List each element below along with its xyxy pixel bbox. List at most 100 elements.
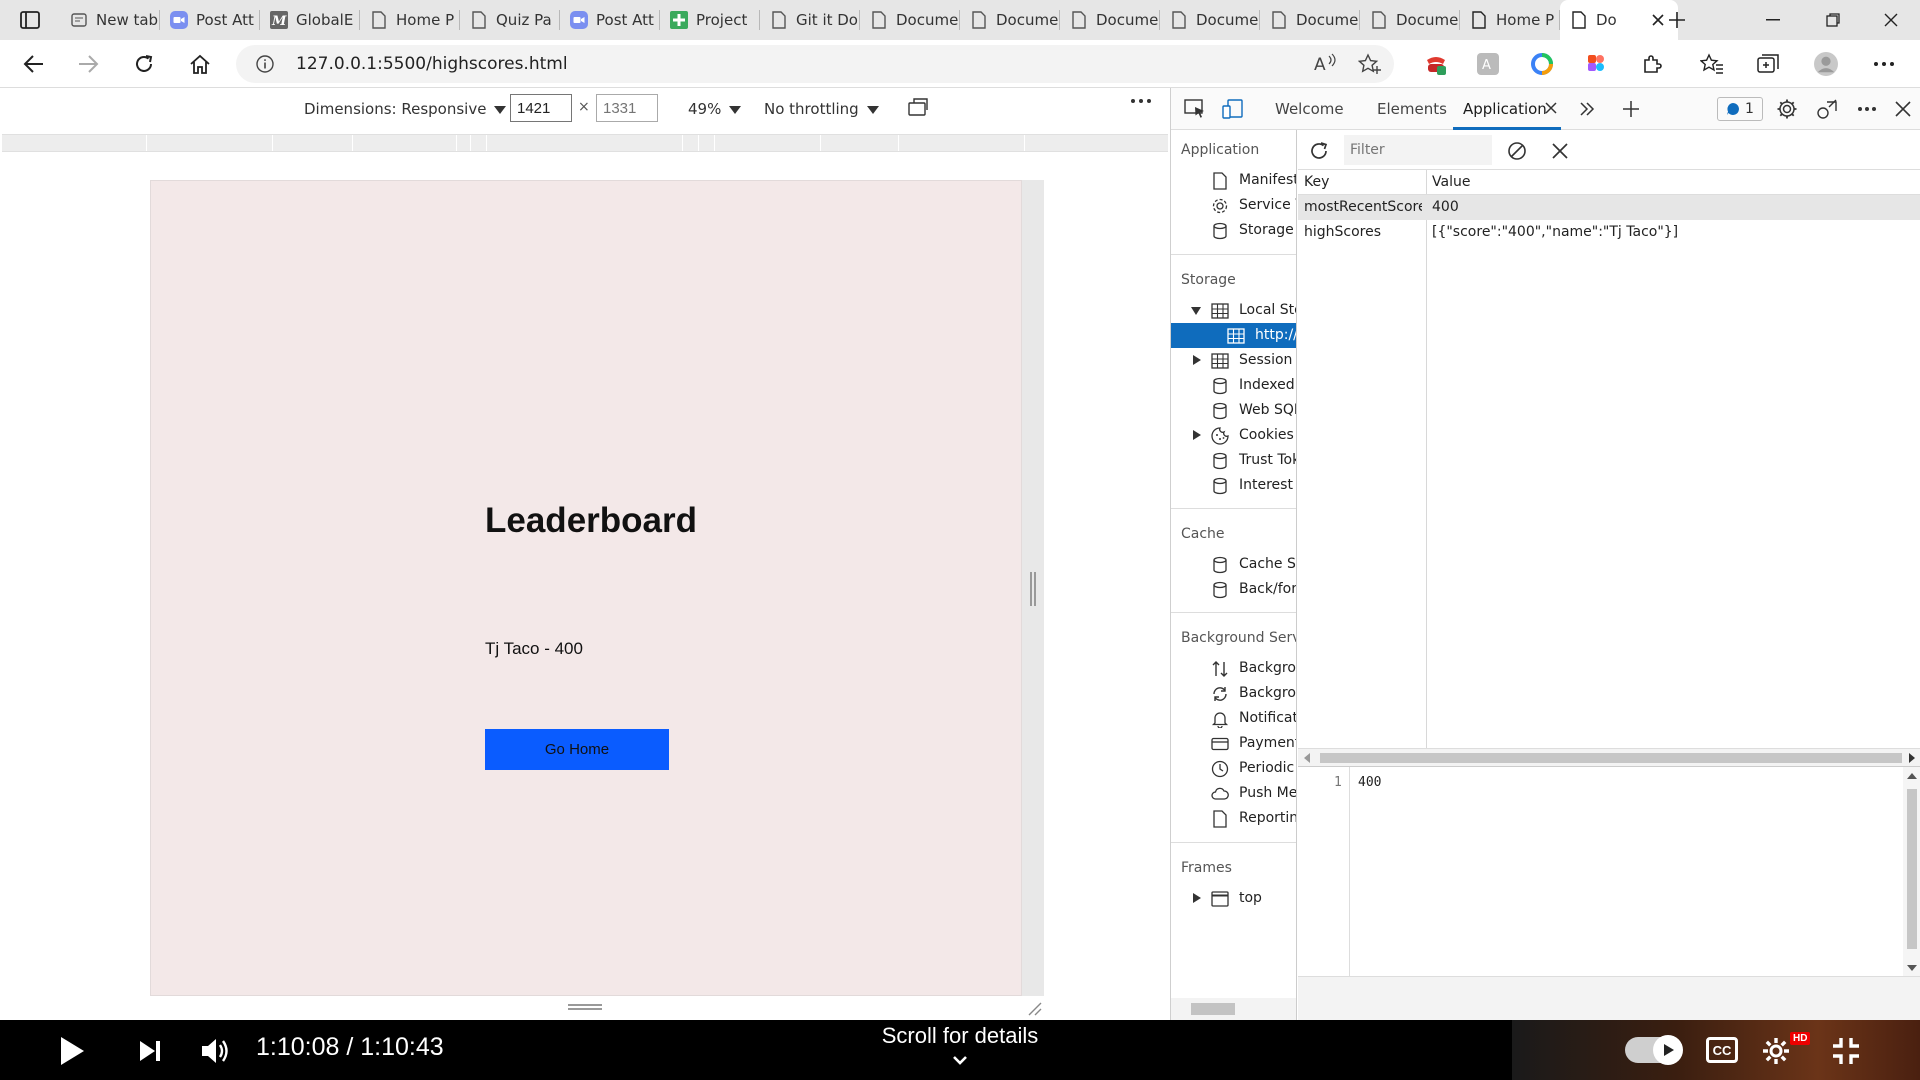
read-aloud-icon[interactable]: A — [1314, 53, 1338, 75]
play-icon[interactable] — [54, 1034, 90, 1068]
sidebar-item-local-origin[interactable]: http:// — [1171, 323, 1296, 348]
browser-tab[interactable]: Git it Do — [760, 0, 860, 40]
height-input[interactable] — [596, 94, 658, 122]
sidebar-item-local-storage[interactable]: Local Sto — [1171, 298, 1296, 323]
column-header-value[interactable]: Value — [1432, 174, 1470, 190]
sidebar-item-frame-top[interactable]: top — [1171, 886, 1296, 911]
scroll-right-arrow-icon[interactable] — [1909, 753, 1915, 763]
column-divider[interactable] — [1426, 170, 1427, 748]
table-row[interactable]: highScores [{"score":"400","name":"Tj Ta… — [1298, 220, 1920, 245]
media-query-ruler[interactable] — [2, 134, 1168, 152]
extension-icon[interactable] — [1584, 52, 1608, 76]
tab-elements[interactable]: Elements — [1377, 100, 1447, 118]
browser-tab[interactable]: New tab — [60, 0, 160, 40]
throttling-dropdown[interactable]: No throttling — [764, 100, 879, 118]
scrollbar-thumb[interactable] — [1907, 789, 1917, 949]
sidebar-item-cache-storage[interactable]: Cache St — [1171, 552, 1296, 577]
sidebar-item-indexeddb[interactable]: IndexedI — [1171, 373, 1296, 398]
favorites-icon[interactable] — [1700, 52, 1724, 76]
dimensions-dropdown[interactable]: Dimensions: Responsive — [304, 100, 507, 118]
scroll-for-details[interactable]: Scroll for details — [876, 1023, 1044, 1049]
new-tab-icon[interactable] — [1664, 8, 1690, 32]
issues-badge[interactable]: 1 — [1717, 97, 1763, 121]
filter-input[interactable] — [1344, 135, 1492, 165]
url-text[interactable]: 127.0.0.1:5500/highscores.html — [296, 54, 568, 74]
sidebar-item-trust-tokens[interactable]: Trust Tok — [1171, 448, 1296, 473]
add-favorite-icon[interactable] — [1358, 53, 1382, 75]
refresh-icon[interactable] — [128, 48, 160, 80]
sidebar-item-interest-groups[interactable]: Interest ( — [1171, 473, 1296, 498]
resize-handle-bottom[interactable] — [568, 1004, 602, 1010]
sidebar-item-notifications[interactable]: Notificat — [1171, 706, 1296, 731]
browser-tab[interactable]: Home P — [360, 0, 460, 40]
captions-button[interactable]: CC — [1706, 1037, 1738, 1063]
delete-selected-icon[interactable] — [1550, 141, 1570, 161]
zoom-dropdown[interactable]: 49% — [688, 100, 742, 118]
profile-avatar-icon[interactable] — [1814, 52, 1838, 76]
sidebar-item-manifest[interactable]: Manifest — [1171, 168, 1296, 193]
dock-side-icon[interactable] — [1815, 98, 1839, 120]
sidebar-item-cookies[interactable]: Cookies — [1171, 423, 1296, 448]
puzzle-icon[interactable] — [1640, 52, 1664, 76]
column-header-key[interactable]: Key — [1304, 174, 1422, 190]
address-bar[interactable]: 127.0.0.1:5500/highscores.html A — [236, 45, 1394, 83]
resize-handle-corner-icon[interactable] — [1026, 1000, 1042, 1016]
table-row[interactable]: mostRecentScore 400 — [1298, 195, 1920, 220]
more-tabs-chevron-icon[interactable] — [1575, 98, 1599, 120]
width-input[interactable] — [510, 94, 572, 122]
clear-all-icon[interactable] — [1506, 140, 1528, 162]
next-video-icon[interactable] — [132, 1034, 168, 1068]
browser-tab[interactable]: Home P — [1460, 0, 1560, 40]
browser-tab[interactable]: Docume — [960, 0, 1060, 40]
collections-icon[interactable] — [1756, 52, 1780, 76]
minimize-icon[interactable] — [1750, 6, 1796, 34]
more-options-icon[interactable] — [1130, 98, 1156, 118]
scroll-up-arrow-icon[interactable] — [1907, 773, 1917, 779]
close-tab-icon[interactable] — [1545, 102, 1557, 114]
rotate-icon[interactable] — [906, 98, 930, 118]
scrollbar-thumb[interactable] — [1320, 753, 1902, 763]
browser-tab[interactable]: M GlobalE — [260, 0, 360, 40]
sidebar-item-push-messaging[interactable]: Push Me — [1171, 781, 1296, 806]
row-key[interactable]: mostRecentScore — [1304, 199, 1422, 215]
sidebar-item-storage[interactable]: Storage — [1171, 218, 1296, 243]
browser-tab[interactable]: Docume — [860, 0, 960, 40]
browser-tab[interactable]: Post Att — [160, 0, 260, 40]
row-value[interactable]: [{"score":"400","name":"Tj Taco"}] — [1432, 224, 1678, 240]
go-home-button[interactable]: Go Home — [485, 729, 669, 770]
sidebar-item-periodic-sync[interactable]: Periodic — [1171, 756, 1296, 781]
browser-tab[interactable]: Project — [660, 0, 760, 40]
forward-arrow-icon[interactable] — [72, 48, 104, 80]
more-options-icon[interactable] — [1855, 98, 1879, 120]
sidebar-item-web-sql[interactable]: Web SQL — [1171, 398, 1296, 423]
close-devtools-icon[interactable] — [1891, 98, 1915, 120]
sidebar-item-payment-handler[interactable]: Payment — [1171, 731, 1296, 756]
expand-arrow-icon[interactable] — [1193, 430, 1201, 440]
preview-vertical-scrollbar[interactable] — [1903, 767, 1920, 977]
sidebar-item-background-sync[interactable]: Backgrou — [1171, 681, 1296, 706]
settings-gear-icon[interactable] — [1775, 98, 1799, 120]
tab-actions-icon[interactable] — [16, 8, 44, 32]
browser-tab[interactable]: Docume — [1160, 0, 1260, 40]
back-arrow-icon[interactable] — [18, 48, 50, 80]
sidebar-item-reporting-api[interactable]: Reportin — [1171, 806, 1296, 831]
close-window-icon[interactable] — [1868, 6, 1914, 34]
expand-arrow-icon[interactable] — [1193, 893, 1201, 903]
extension-icon[interactable]: A — [1476, 52, 1500, 76]
exit-fullscreen-icon[interactable] — [1828, 1034, 1864, 1068]
sidebar-item-session-storage[interactable]: Session S — [1171, 348, 1296, 373]
browser-tab[interactable]: Post Att — [560, 0, 660, 40]
volume-icon[interactable] — [198, 1034, 234, 1068]
expand-arrow-icon[interactable] — [1191, 307, 1201, 315]
preview-value[interactable]: 400 — [1358, 775, 1381, 790]
info-icon[interactable] — [256, 55, 274, 73]
resize-handle-right[interactable] — [1030, 572, 1036, 606]
settings-gear-icon[interactable] — [1758, 1034, 1794, 1068]
browser-tab-active[interactable]: Do — [1560, 0, 1678, 40]
expand-arrow-icon[interactable] — [1193, 355, 1201, 365]
row-value[interactable]: 400 — [1432, 199, 1459, 215]
sidebar-item-service-workers[interactable]: Service V — [1171, 193, 1296, 218]
more-options-icon[interactable] — [1872, 52, 1896, 76]
sidebar-item-background-fetch[interactable]: Backgrou — [1171, 656, 1296, 681]
scroll-left-arrow-icon[interactable] — [1304, 753, 1310, 763]
